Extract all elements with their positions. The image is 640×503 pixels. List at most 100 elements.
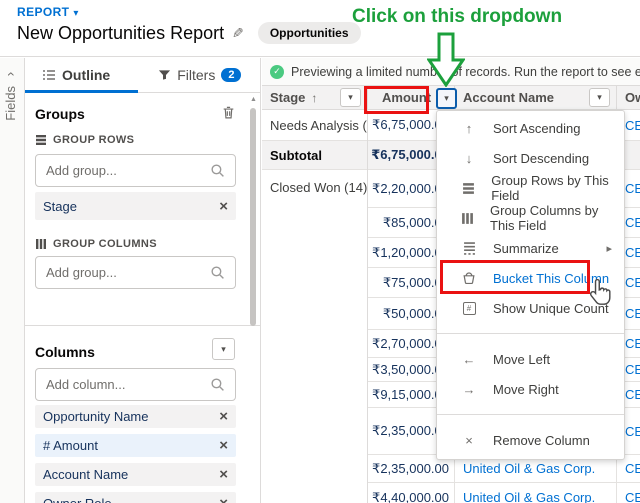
menu-item-label: Remove Column xyxy=(493,432,590,448)
sidebar-scrollbar[interactable]: ▲ xyxy=(250,96,257,503)
columns-menu-button[interactable]: ▾ xyxy=(212,338,235,360)
tab-filters-label: Filters xyxy=(177,67,216,83)
amount-column-dropdown-menu: ↑ Sort Ascending ↓ Sort Descending Group Row… xyxy=(436,110,625,460)
account-link[interactable]: United Oil & Gas Corp. xyxy=(463,461,595,476)
search-icon xyxy=(211,378,224,391)
chip-remove-icon[interactable]: × xyxy=(219,466,228,483)
group-rows-icon xyxy=(461,182,475,195)
owner-role-link[interactable]: CEO xyxy=(625,306,640,321)
account-link[interactable]: United Oil & Gas Corp. xyxy=(463,490,595,503)
report-label: REPORT xyxy=(17,5,70,19)
amount-column-menu-button[interactable]: ▾ xyxy=(436,88,457,109)
menu-item-move-right[interactable]: → Move Right xyxy=(437,374,624,404)
owner-role-link[interactable]: CEO xyxy=(625,245,640,260)
scrollbar-thumb[interactable] xyxy=(250,108,256,326)
chip-label: Opportunity Name xyxy=(43,409,149,424)
annotation-arrow-down-icon xyxy=(427,32,465,87)
add-group-columns-input[interactable]: Add group... xyxy=(35,256,236,289)
group-rows-icon xyxy=(36,135,46,145)
menu-item-move-left[interactable]: ← Move Left xyxy=(437,344,624,374)
fields-panel-label: Fields xyxy=(3,86,18,121)
owner-role-link[interactable]: CEO xyxy=(625,490,640,503)
chip-remove-icon[interactable]: × xyxy=(219,198,228,215)
menu-item-label: Sort Descending xyxy=(493,150,590,166)
preview-banner-text: Previewing a limited number of records. … xyxy=(291,64,640,79)
search-icon xyxy=(211,266,224,279)
owner-role-link[interactable]: CEO xyxy=(625,336,640,351)
menu-item-remove-column[interactable]: × Remove Column xyxy=(437,425,624,455)
menu-item-label: Summarize xyxy=(493,240,559,256)
column-header-stage[interactable]: Stage ↑ ▾ xyxy=(262,86,368,109)
edit-pencil-icon[interactable]: ✎ xyxy=(232,25,244,42)
owner-role-link[interactable]: CEO xyxy=(625,387,640,402)
stage-group-cell[interactable]: Needs Analysis (1) xyxy=(262,110,367,141)
column-list: Opportunity Name×# Amount×Account Name×O… xyxy=(35,405,236,503)
chip-label: # Amount xyxy=(43,438,98,453)
chip-remove-icon[interactable]: × xyxy=(219,408,228,425)
owner-role-link[interactable]: CEO xyxy=(625,215,640,230)
add-group-placeholder: Add group... xyxy=(46,163,117,178)
menu-item-show-unique-count[interactable]: # Show Unique Count xyxy=(437,293,624,323)
menu-item-label: Sort Ascending xyxy=(493,120,581,136)
tab-outline[interactable]: Outline xyxy=(42,67,110,83)
column-chip[interactable]: Account Name × xyxy=(35,463,236,486)
remove-icon: × xyxy=(465,432,473,448)
add-column-input[interactable]: Add column... xyxy=(35,368,236,401)
row-group-list: Stage × xyxy=(35,192,236,226)
sort-descending-icon: ↓ xyxy=(465,150,473,166)
owner-role-link[interactable]: CEO xyxy=(625,362,640,377)
groups-section-title: Groups xyxy=(35,106,85,122)
fields-panel-toggle[interactable]: › Fields xyxy=(0,58,25,503)
chip-remove-icon[interactable]: × xyxy=(219,437,228,454)
menu-item-sort-ascending[interactable]: ↑ Sort Ascending xyxy=(437,113,624,143)
outline-list-icon xyxy=(43,70,55,80)
sidebar-tabs: Outline Filters 2 xyxy=(25,58,260,93)
success-check-icon: ✓ xyxy=(270,64,284,79)
object-badge: Opportunities xyxy=(257,22,361,44)
menu-divider xyxy=(437,414,624,415)
sort-ascending-icon: ↑ xyxy=(465,120,473,136)
search-icon xyxy=(211,164,224,177)
owner-role-link[interactable]: CEO xyxy=(625,118,640,133)
scrollbar-up-icon[interactable]: ▲ xyxy=(250,96,257,103)
owner-role-link[interactable]: CEO xyxy=(625,181,640,196)
add-group-rows-input[interactable]: Add group... xyxy=(35,154,236,187)
account-column-menu-button[interactable]: ▾ xyxy=(589,88,610,107)
menu-item-summarize[interactable]: Summarize ▸ xyxy=(437,233,624,263)
delete-groups-trash-icon[interactable] xyxy=(221,105,236,123)
stage-group-cell[interactable]: Closed Won (14) xyxy=(262,170,367,195)
chip-remove-icon[interactable]: × xyxy=(219,495,228,503)
column-chip[interactable]: Owner Role× xyxy=(35,492,236,503)
page-title: New Opportunities Report xyxy=(17,22,225,43)
menu-item-bucket-this-column[interactable]: Bucket This Column xyxy=(437,263,624,293)
sort-ascending-indicator-icon: ↑ xyxy=(311,90,318,105)
active-tab-indicator xyxy=(25,90,138,93)
account-cell: United Oil & Gas Corp. xyxy=(455,483,617,503)
chip-label: Stage xyxy=(43,198,77,214)
stage-column-menu-button[interactable]: ▾ xyxy=(340,88,361,107)
chevron-down-icon: ▾ xyxy=(73,8,79,19)
owner-role-link[interactable]: CEO xyxy=(625,424,640,439)
report-builder-app: REPORT ▾ New Opportunities Report ✎ Oppor… xyxy=(0,0,640,503)
menu-item-sort-descending[interactable]: ↓ Sort Descending xyxy=(437,143,624,173)
menu-item-group-rows-by-this-field[interactable]: Group Rows by This Field xyxy=(437,173,624,203)
column-header-owner-role[interactable]: Owner Role xyxy=(617,86,640,109)
group-rows-label: GROUP ROWS xyxy=(35,134,134,146)
tab-outline-label: Outline xyxy=(62,67,111,83)
column-chip[interactable]: # Amount × xyxy=(35,434,236,457)
column-header-account-name[interactable]: Account Name ▾ xyxy=(455,86,617,109)
owner-role-link[interactable]: CEO xyxy=(625,275,640,290)
chip-label: Owner Role xyxy=(43,496,219,503)
move-left-icon: ← xyxy=(462,351,476,367)
group-columns-icon xyxy=(36,239,46,249)
table-row: ₹4,40,000.00 United Oil & Gas Corp. CEO xyxy=(368,483,640,503)
menu-item-group-columns-by-this-field[interactable]: Group Columns by This Field xyxy=(437,203,624,233)
owner-role-link[interactable]: CEO xyxy=(625,461,640,476)
filter-funnel-icon xyxy=(159,70,171,80)
owner-cell: CEO xyxy=(617,483,640,503)
column-chip[interactable]: Opportunity Name × xyxy=(35,405,236,428)
column-chip[interactable]: Stage × xyxy=(35,192,236,220)
summarize-icon xyxy=(461,241,477,255)
tab-filters[interactable]: Filters 2 xyxy=(158,67,242,83)
report-type-menu[interactable]: REPORT ▾ xyxy=(17,5,79,19)
